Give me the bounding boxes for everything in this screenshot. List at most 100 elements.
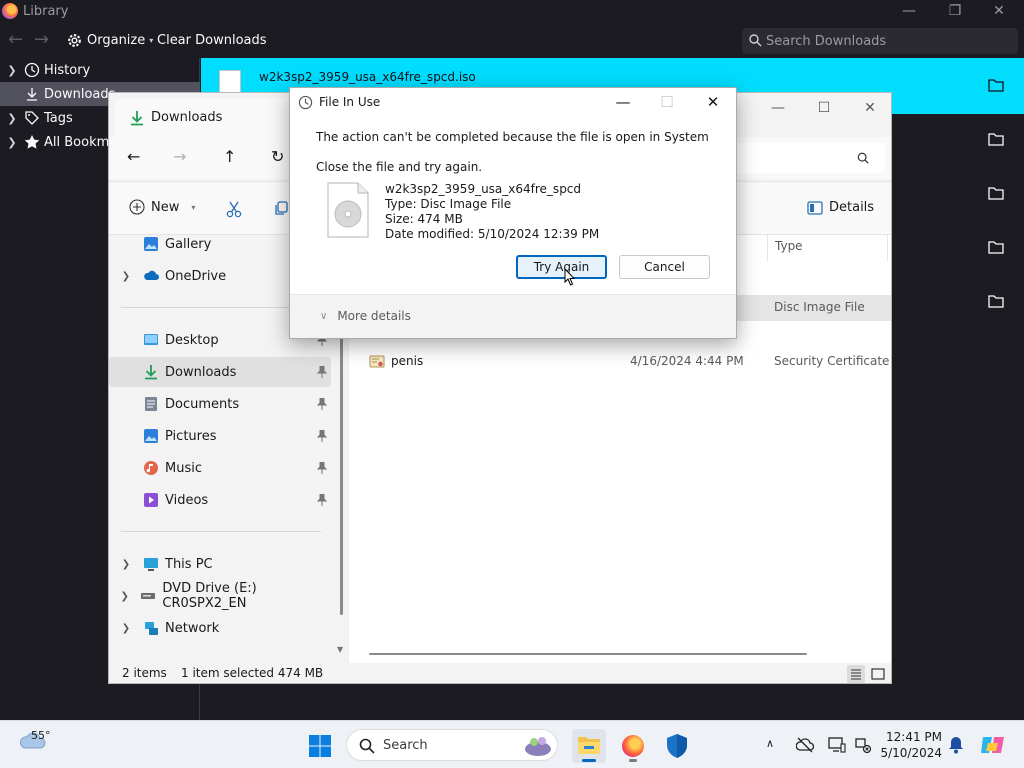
nav-item-dvd-drive[interactable]: ❯ DVD Drive (E:) CR0SPX2_EN (109, 581, 331, 611)
disc-image-file-icon (327, 182, 369, 238)
nav-item-this-pc[interactable]: ❯ This PC (109, 549, 331, 579)
library-search-box[interactable] (742, 28, 1018, 54)
chevron-right-icon[interactable]: ❯ (109, 559, 143, 570)
download-icon (143, 364, 159, 380)
new-button[interactable]: New ▾ (129, 199, 195, 215)
nav-item-pictures[interactable]: Pictures (109, 421, 331, 451)
file-size: Size: 474 MB (385, 212, 463, 226)
folder-icon (578, 737, 600, 754)
chevron-right-icon[interactable]: ❯ (0, 136, 24, 149)
explorer-tab-downloads[interactable]: Downloads (115, 99, 305, 137)
pin-icon[interactable] (316, 429, 328, 446)
nav-item-documents[interactable]: Documents (109, 389, 331, 419)
nav-item-label: Music (165, 460, 202, 476)
library-title: Library (23, 4, 69, 19)
clock[interactable]: 12:41 PM 5/10/2024 (880, 729, 942, 761)
star-icon (24, 134, 40, 150)
search-icon (359, 738, 375, 754)
nav-item-music[interactable]: Music (109, 453, 331, 483)
shield-icon (667, 734, 687, 758)
chevron-up-icon[interactable]: ∧ (766, 737, 774, 750)
search-icon (857, 152, 869, 164)
folder-icon[interactable] (988, 294, 1004, 308)
new-label: New (151, 199, 180, 215)
back-arrow-icon[interactable]: ← (8, 31, 23, 49)
column-header-type[interactable]: Type (775, 239, 803, 253)
forward-arrow-icon[interactable]: → (34, 31, 49, 49)
close-icon[interactable]: ✕ (976, 0, 1022, 24)
chevron-right-icon[interactable]: ❯ (0, 64, 24, 77)
dialog-footer: ∨ More details (290, 294, 736, 338)
taskbar-search[interactable]: Search (346, 729, 558, 761)
nav-item-label: This PC (165, 556, 213, 572)
network-disconnected-icon[interactable] (854, 737, 872, 753)
dialog-titlebar: File In Use — ☐ ✕ (290, 88, 736, 118)
refresh-icon[interactable]: ↻ (271, 147, 284, 166)
cancel-button[interactable]: Cancel (619, 255, 710, 279)
minimize-icon[interactable]: — (600, 88, 646, 118)
mouse-cursor-icon (564, 268, 575, 286)
chevron-down-icon: ∨ (320, 310, 328, 322)
taskbar-defender[interactable] (660, 729, 694, 763)
forward-arrow-icon[interactable]: → (173, 147, 186, 166)
clock-date: 5/10/2024 (880, 746, 942, 760)
folder-icon[interactable] (988, 132, 1004, 146)
videos-icon (143, 492, 159, 508)
pictures-icon (143, 428, 159, 444)
file-type: Type: Disc Image File (385, 197, 512, 211)
nav-item-network[interactable]: ❯ Network (109, 613, 331, 643)
tiles-view-icon[interactable] (869, 665, 887, 683)
copy-icon[interactable] (273, 200, 289, 216)
table-row[interactable]: penis 4/16/2024 4:44 PM Security Certifi… (349, 349, 891, 375)
pin-icon[interactable] (316, 365, 328, 382)
folder-icon[interactable] (988, 78, 1004, 92)
taskbar-file-explorer[interactable] (572, 729, 606, 763)
bell-icon[interactable] (948, 736, 964, 754)
download-icon (131, 111, 143, 126)
chevron-right-icon[interactable]: ❯ (109, 623, 143, 634)
display-icon[interactable] (828, 737, 846, 753)
cloud-offline-icon[interactable] (796, 737, 814, 753)
up-arrow-icon[interactable]: ↑ (223, 147, 236, 166)
library-search-input[interactable] (766, 32, 1006, 50)
sidebar-item-history[interactable]: ❯ History (0, 58, 200, 82)
folder-icon[interactable] (988, 186, 1004, 200)
maximize-icon[interactable]: ☐ (801, 93, 847, 123)
windows-start-icon[interactable] (308, 734, 332, 758)
minimize-icon[interactable]: — (755, 93, 801, 123)
chevron-right-icon[interactable]: ❯ (109, 271, 143, 282)
restore-icon[interactable]: ❐ (932, 0, 978, 24)
minimize-icon[interactable]: — (886, 0, 932, 24)
pin-icon[interactable] (316, 397, 328, 414)
list-view-icon[interactable] (847, 665, 865, 683)
cut-icon[interactable] (225, 200, 243, 218)
nav-item-label: Videos (165, 492, 209, 508)
scroll-down-icon[interactable]: ▼ (337, 645, 343, 654)
taskbar-firefox[interactable] (616, 729, 650, 763)
back-arrow-icon[interactable]: ← (127, 147, 140, 166)
item-count: 2 items (122, 666, 167, 680)
weather-temperature[interactable]: 55° (31, 729, 51, 742)
file-name: penis (391, 354, 424, 368)
running-indicator (629, 759, 637, 762)
music-icon (143, 460, 159, 476)
pin-icon[interactable] (316, 461, 328, 478)
details-pane-icon (807, 200, 823, 215)
clear-downloads-button[interactable]: Clear Downloads (157, 33, 267, 48)
pin-icon[interactable] (316, 493, 328, 510)
nav-item-downloads[interactable]: Downloads (109, 357, 331, 387)
copilot-icon[interactable] (980, 733, 1006, 757)
nav-item-videos[interactable]: Videos (109, 485, 331, 515)
close-icon[interactable]: ✕ (690, 88, 736, 118)
more-details-toggle[interactable]: ∨ More details (320, 309, 411, 323)
sidebar-item-label: History (44, 62, 91, 78)
sidebar-item-label: Downloads (44, 86, 116, 102)
nav-item-label: Desktop (165, 332, 219, 348)
chevron-right-icon[interactable]: ❯ (109, 591, 140, 602)
chevron-right-icon[interactable]: ❯ (0, 112, 24, 125)
close-icon[interactable]: ✕ (847, 93, 891, 123)
folder-icon[interactable] (988, 240, 1004, 254)
organize-button[interactable]: Organize ▾ (66, 32, 153, 49)
details-pane-button[interactable]: Details (807, 200, 874, 215)
horizontal-scrollbar[interactable] (369, 653, 807, 655)
